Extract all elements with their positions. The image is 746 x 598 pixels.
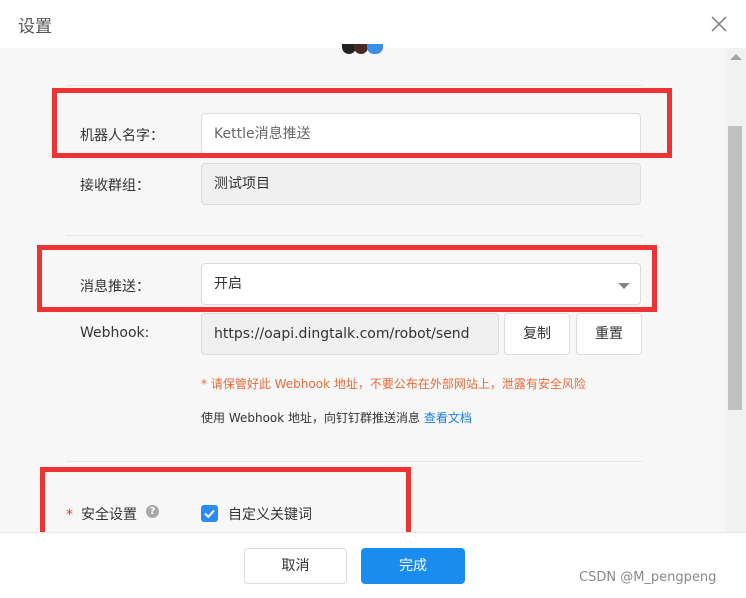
webhook-warning: * 请保管好此 Webhook 地址，不要公布在外部网站上，泄露有安全风险 bbox=[201, 377, 586, 391]
group-field: 测试项目 bbox=[201, 163, 641, 205]
group-label: 接收群组： bbox=[80, 178, 150, 194]
dialog-title: 设置 bbox=[18, 17, 52, 37]
divider bbox=[66, 461, 642, 462]
reset-button[interactable]: 重置 bbox=[576, 313, 642, 355]
scrollbar-thumb[interactable] bbox=[728, 126, 742, 410]
copy-button[interactable]: 复制 bbox=[504, 313, 570, 355]
ok-button[interactable]: 完成 bbox=[361, 548, 465, 584]
dialog-header: 设置 bbox=[0, 0, 746, 48]
divider bbox=[66, 85, 642, 86]
annotation-box-push bbox=[37, 245, 657, 312]
annotation-box-robot-name bbox=[52, 88, 672, 158]
webhook-label: Webhook: bbox=[80, 325, 150, 341]
webhook-hint-text: 使用 Webhook 地址，向钉钉群推送消息 bbox=[201, 411, 424, 425]
close-icon[interactable] bbox=[708, 13, 730, 35]
watermark: CSDN @M_pengpeng bbox=[579, 570, 717, 585]
webhook-hint: 使用 Webhook 地址，向钉钉群推送消息 查看文档 bbox=[201, 409, 472, 426]
divider bbox=[66, 235, 642, 236]
docs-link[interactable]: 查看文档 bbox=[424, 411, 472, 425]
scroll-up-arrow-icon[interactable] bbox=[730, 54, 742, 60]
webhook-field[interactable]: https://oapi.dingtalk.com/robot/send bbox=[201, 313, 499, 355]
cancel-button[interactable]: 取消 bbox=[244, 548, 347, 584]
